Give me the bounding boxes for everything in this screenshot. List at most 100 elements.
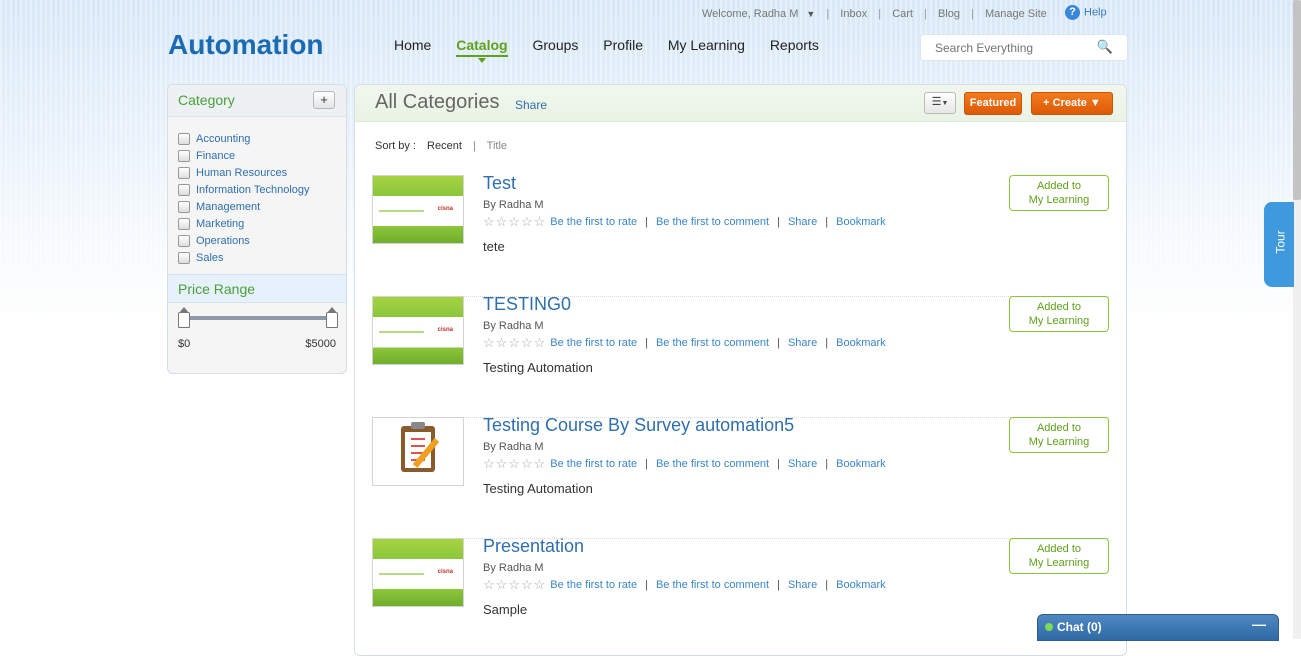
nav-groups[interactable]: Groups: [532, 37, 578, 53]
rate-link[interactable]: Be the first to rate: [550, 579, 637, 591]
minimize-icon[interactable]: —: [1252, 616, 1266, 632]
checkbox[interactable]: [178, 166, 190, 179]
blog-link[interactable]: Blog: [938, 8, 960, 20]
course-thumbnail[interactable]: cisna: [372, 296, 464, 365]
checkbox[interactable]: [178, 183, 190, 196]
category-label[interactable]: Management: [196, 201, 260, 213]
share-link[interactable]: Share: [515, 98, 547, 112]
course-title-link[interactable]: Testing Course By Survey automation5: [483, 415, 794, 436]
rating-stars-icon[interactable]: ☆☆☆☆☆: [483, 577, 546, 593]
comment-link[interactable]: Be the first to comment: [656, 458, 769, 470]
share-link[interactable]: Share: [788, 458, 817, 470]
chevron-down-icon: ▼: [941, 100, 949, 107]
rating-stars-icon[interactable]: ☆☆☆☆☆: [483, 214, 546, 230]
chevron-down-icon[interactable]: ▼: [806, 9, 815, 19]
added-to-my-learning-button[interactable]: Added to My Learning: [1009, 538, 1109, 574]
added-to-my-learning-button[interactable]: Added to My Learning: [1009, 417, 1109, 453]
help-link[interactable]: ? Help: [1065, 5, 1107, 20]
price-max: $5000: [305, 338, 336, 350]
course-thumbnail[interactable]: cisna: [372, 538, 464, 607]
inbox-link[interactable]: Inbox: [840, 8, 867, 20]
course-description: Sample: [483, 602, 528, 617]
list-item: cisna Test By Radha M ☆☆☆☆☆ Be the first…: [372, 173, 1109, 297]
category-label[interactable]: Human Resources: [196, 167, 287, 179]
search-box: 🔍: [920, 34, 1128, 61]
checkbox[interactable]: [178, 200, 190, 213]
welcome-user-menu[interactable]: Welcome, Radha M: [702, 8, 798, 20]
nav-profile[interactable]: Profile: [603, 37, 643, 53]
cart-link[interactable]: Cart: [892, 8, 913, 20]
course-author: By Radha M: [483, 441, 544, 453]
rate-link[interactable]: Be the first to rate: [550, 216, 637, 228]
category-marketing[interactable]: Marketing: [178, 215, 346, 232]
bookmark-link[interactable]: Bookmark: [836, 458, 886, 470]
course-actions: ☆☆☆☆☆ Be the first to rate | Be the first…: [483, 214, 886, 230]
tour-tab[interactable]: Tour: [1264, 202, 1294, 287]
checkbox[interactable]: [178, 149, 190, 162]
course-description: tete: [483, 239, 505, 254]
featured-button[interactable]: Featured: [964, 92, 1022, 115]
comment-link[interactable]: Be the first to comment: [656, 579, 769, 591]
comment-link[interactable]: Be the first to comment: [656, 337, 769, 349]
nav-my-learning[interactable]: My Learning: [668, 37, 745, 53]
category-human-resources[interactable]: Human Resources: [178, 164, 346, 181]
checkbox[interactable]: [178, 234, 190, 247]
checkbox[interactable]: [178, 132, 190, 145]
course-title-link[interactable]: Test: [483, 173, 516, 194]
category-operations[interactable]: Operations: [178, 232, 346, 249]
category-management[interactable]: Management: [178, 198, 346, 215]
added-to-my-learning-button[interactable]: Added to My Learning: [1009, 175, 1109, 211]
price-slider[interactable]: $0 $5000: [168, 303, 346, 353]
scrollbar[interactable]: [1293, 0, 1301, 639]
category-label[interactable]: Finance: [196, 150, 235, 162]
category-accounting[interactable]: Accounting: [178, 130, 346, 147]
manage-site-link[interactable]: Manage Site: [985, 8, 1047, 20]
bookmark-link[interactable]: Bookmark: [836, 337, 886, 349]
page-title: All Categories: [375, 91, 500, 113]
nav-home[interactable]: Home: [394, 37, 431, 53]
course-thumbnail[interactable]: [372, 417, 464, 486]
view-toggle-button[interactable]: ☰▼: [924, 92, 956, 114]
rate-link[interactable]: Be the first to rate: [550, 458, 637, 470]
chat-bar[interactable]: Chat (0) —: [1037, 614, 1279, 641]
sort-title[interactable]: Title: [487, 140, 507, 152]
rate-link[interactable]: Be the first to rate: [550, 337, 637, 349]
checkbox[interactable]: [178, 251, 190, 264]
category-label[interactable]: Marketing: [196, 218, 244, 230]
search-input[interactable]: [933, 40, 1097, 56]
category-label[interactable]: Operations: [196, 235, 250, 247]
share-link[interactable]: Share: [788, 579, 817, 591]
category-label[interactable]: Accounting: [196, 133, 250, 145]
nav-reports[interactable]: Reports: [770, 37, 819, 53]
category-sales[interactable]: Sales: [178, 249, 346, 266]
add-category-button[interactable]: +: [313, 91, 335, 109]
category-label[interactable]: Information Technology: [196, 184, 310, 196]
category-label[interactable]: Sales: [196, 252, 224, 264]
share-link[interactable]: Share: [788, 216, 817, 228]
category-finance[interactable]: Finance: [178, 147, 346, 164]
help-icon: ?: [1065, 5, 1080, 20]
course-title-link[interactable]: TESTING0: [483, 294, 571, 315]
create-button[interactable]: + Create ▼: [1031, 92, 1113, 115]
course-thumbnail[interactable]: cisna: [372, 175, 464, 244]
site-logo[interactable]: Automation: [168, 29, 324, 61]
slider-handle-min[interactable]: [178, 307, 190, 328]
course-title-link[interactable]: Presentation: [483, 536, 584, 557]
rating-stars-icon[interactable]: ☆☆☆☆☆: [483, 335, 546, 351]
bookmark-link[interactable]: Bookmark: [836, 216, 886, 228]
bookmark-link[interactable]: Bookmark: [836, 579, 886, 591]
comment-link[interactable]: Be the first to comment: [656, 216, 769, 228]
sort-recent[interactable]: Recent: [427, 140, 462, 152]
list-item: cisna TESTING0 By Radha M ☆☆☆☆☆ Be the f…: [372, 294, 1109, 418]
course-author: By Radha M: [483, 562, 544, 574]
rating-stars-icon[interactable]: ☆☆☆☆☆: [483, 456, 546, 472]
nav-catalog[interactable]: Catalog: [456, 37, 508, 57]
slider-track[interactable]: [182, 316, 334, 320]
scrollbar-thumb[interactable]: [1293, 0, 1301, 200]
added-to-my-learning-button[interactable]: Added to My Learning: [1009, 296, 1109, 332]
search-icon[interactable]: 🔍: [1097, 39, 1113, 55]
slider-handle-max[interactable]: [326, 307, 338, 328]
share-link[interactable]: Share: [788, 337, 817, 349]
category-information-technology[interactable]: Information Technology: [178, 181, 346, 198]
checkbox[interactable]: [178, 217, 190, 230]
